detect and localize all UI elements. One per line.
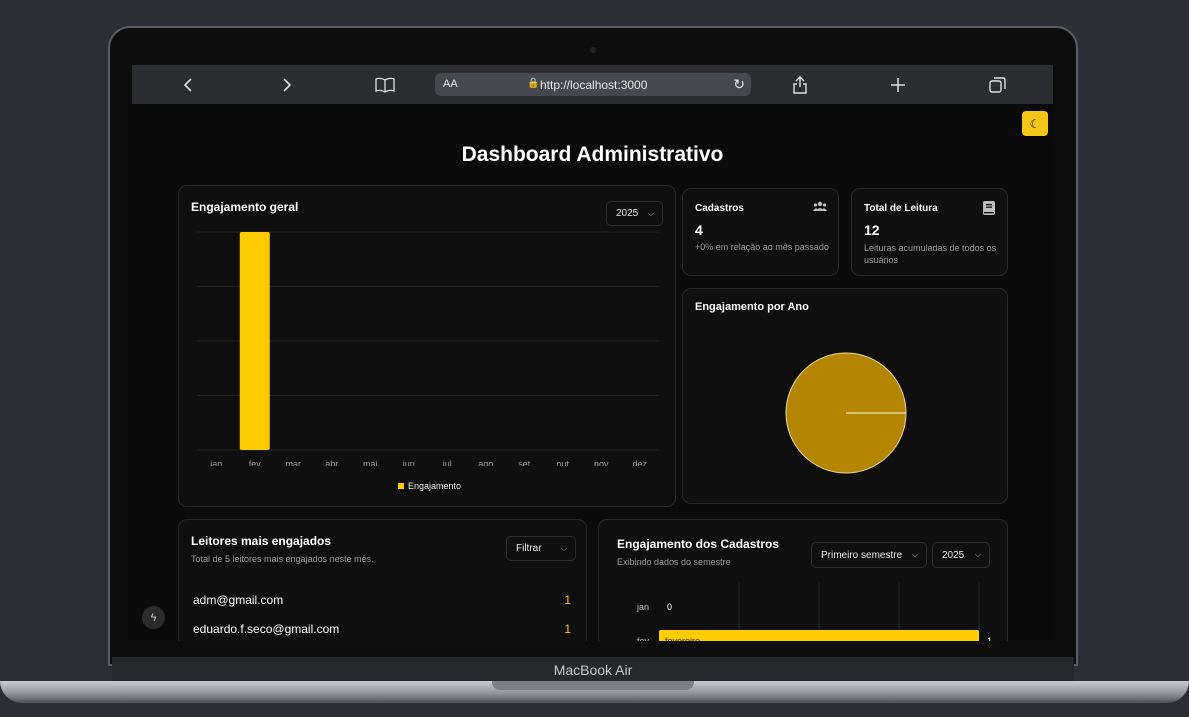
- camera: [590, 47, 596, 53]
- url-text[interactable]: http://localhost:3000: [540, 78, 647, 92]
- semester-select[interactable]: Primeiro semestre ⌵: [811, 542, 927, 568]
- cadastros-engajamento-card: Engajamento dos Cadastros Exibindo dados…: [598, 519, 1008, 641]
- forward-icon[interactable]: [276, 75, 296, 95]
- value-label: 0: [667, 602, 672, 612]
- browser-screen: AA 🔒 http://localhost:3000 ↻ ☾ Dashboard…: [132, 65, 1053, 641]
- leader-count: 1: [564, 593, 571, 607]
- url-bar[interactable]: AA 🔒 http://localhost:3000 ↻: [435, 73, 751, 96]
- device-label: MacBook Air: [553, 662, 633, 678]
- tick-label-dez: dez: [632, 459, 647, 466]
- total-leitura-title: Total de Leitura: [864, 203, 938, 214]
- back-icon[interactable]: [179, 75, 199, 95]
- year-select[interactable]: 2025 ⌵: [606, 201, 663, 226]
- tick-label-mai: mai: [363, 459, 378, 466]
- reader-aa-label[interactable]: AA: [443, 78, 458, 90]
- book-icon: [983, 201, 995, 218]
- chevron-down-icon: ⌵: [560, 543, 567, 553]
- cadastros-card: Cadastros 4 +0% em relação ao mês passad…: [682, 188, 839, 276]
- year-select-value: 2025: [942, 549, 965, 561]
- cadastros-engajamento-subtitle: Exibindo dados do semestre: [617, 557, 731, 567]
- chevron-down-icon: ⌵: [974, 550, 981, 559]
- tick-label-fev: fev: [249, 459, 262, 466]
- total-leitura-note: Leituras acumuladas de todos os usuários: [864, 243, 997, 265]
- chart-legend: Engajamento: [398, 481, 461, 491]
- laptop-notch: [492, 681, 694, 690]
- year-select-value: 2025: [616, 208, 639, 219]
- cadastros-title: Cadastros: [695, 203, 744, 214]
- chevron-down-icon: ⌵: [647, 208, 654, 218]
- list-item[interactable]: eduardo.f.seco@gmail.com 1: [193, 622, 571, 636]
- legend-label: Engajamento: [408, 481, 462, 491]
- new-tab-icon[interactable]: [888, 75, 908, 95]
- reload-icon[interactable]: ↻: [733, 76, 745, 93]
- bar-fev: [239, 232, 270, 450]
- filter-select[interactable]: Filtrar ⌵: [506, 536, 576, 561]
- semester-select-value: Primeiro semestre: [821, 549, 903, 561]
- cadastros-value: 4: [695, 222, 703, 238]
- total-leitura-value: 12: [864, 222, 880, 238]
- leader-count: 1: [564, 622, 571, 636]
- leader-email: eduardo.f.seco@gmail.com: [193, 622, 340, 636]
- lock-icon: 🔒: [527, 78, 540, 89]
- filter-select-value: Filtrar: [516, 543, 542, 554]
- tick-label-abr: abr: [325, 459, 338, 466]
- year-select[interactable]: 2025 ⌵: [932, 542, 990, 568]
- chevron-down-icon: ⌵: [911, 550, 918, 559]
- total-leitura-card: Total de Leitura 12 Leituras acumuladas …: [851, 188, 1008, 276]
- cadastros-hbar-chart: jan 0 fev fevereiro 1: [636, 582, 992, 641]
- engajamento-geral-title: Engajamento geral: [191, 200, 299, 214]
- value-label: 1: [987, 636, 992, 641]
- browser-toolbar: AA 🔒 http://localhost:3000 ↻: [132, 65, 1053, 104]
- engajamento-bar-chart: jan fev mar abr mai jun jul ago set out nov dez: [197, 231, 659, 466]
- tick-label-set: set: [518, 459, 531, 466]
- engajamento-geral-card: Engajamento geral 2025 ⌵ jan fev mar abr mai…: [178, 185, 676, 507]
- cadastros-note: +0% em relação ao mês passado: [695, 242, 829, 252]
- tick-label-ago: ago: [478, 459, 493, 466]
- engajamento-ano-card: Engajamento por Ano: [682, 288, 1008, 504]
- leitores-subtitle: Total de 5 leitores mais engajados neste…: [191, 554, 374, 564]
- tick-label-jan: jan: [636, 602, 649, 612]
- laptop-bezel: MacBook Air: [112, 657, 1074, 681]
- lightning-icon: ϟ: [150, 611, 157, 624]
- legend-swatch: [398, 483, 404, 489]
- moon-icon: ☾: [1029, 116, 1041, 131]
- tick-label-mar: mar: [286, 459, 302, 466]
- leitores-card: Leitores mais engajados Total de 5 leito…: [178, 519, 587, 641]
- page-title: Dashboard Administrativo: [461, 143, 724, 166]
- tick-label-jan: jan: [209, 459, 222, 466]
- engajamento-pie-chart: [785, 352, 907, 474]
- quick-action-button[interactable]: ϟ: [142, 606, 165, 629]
- share-icon[interactable]: [790, 75, 810, 95]
- users-icon: [813, 201, 827, 215]
- leader-email: adm@gmail.com: [193, 593, 284, 607]
- tabs-overview-icon[interactable]: [987, 75, 1007, 95]
- tick-label-out: out: [556, 459, 569, 466]
- tick-label-jul: jul: [442, 459, 452, 466]
- tick-label-fev: fev: [637, 636, 650, 641]
- tick-label-nov: nov: [594, 459, 609, 466]
- book-icon[interactable]: [375, 75, 395, 95]
- bar-inner-label: fevereiro: [665, 636, 700, 641]
- bar-fev: [659, 630, 979, 641]
- theme-toggle-button[interactable]: ☾: [1022, 111, 1048, 136]
- tick-label-jun: jun: [402, 459, 415, 466]
- cadastros-engajamento-title: Engajamento dos Cadastros: [617, 537, 780, 551]
- leitores-title: Leitores mais engajados: [191, 534, 332, 548]
- list-item[interactable]: adm@gmail.com 1: [193, 593, 571, 607]
